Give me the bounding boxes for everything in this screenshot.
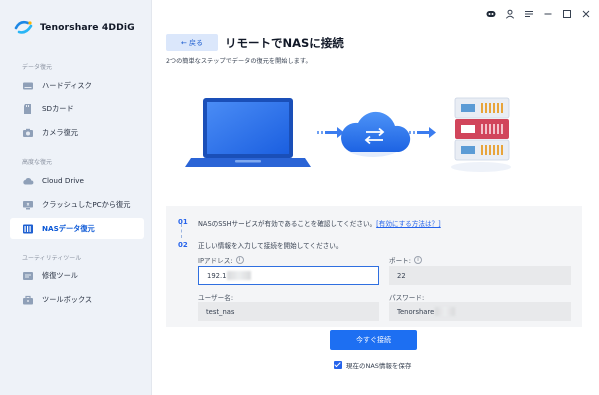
ip-address-value: 192.1 [207, 271, 227, 280]
sidebar-item-repair-tool[interactable]: 修復ツール [10, 265, 144, 286]
repair-icon [22, 270, 34, 282]
password-label-text: パスワード: [389, 294, 425, 302]
port-label: ポート: i [389, 255, 423, 265]
step-1-label: NASのSSHサービスが有効であることを確認してください。 [198, 220, 377, 228]
redacted-blur [227, 271, 252, 280]
port-value: 22 [397, 271, 406, 280]
sidebar-item-camera[interactable]: カメラ復元 [10, 122, 144, 143]
laptop-icon [185, 98, 311, 167]
sidebar-item-cloud-drive[interactable]: Cloud Drive [10, 170, 144, 191]
connect-now-button[interactable]: 今すぐ接続 [330, 330, 417, 350]
arrow-right-icon [409, 127, 436, 138]
section-label-advanced-recovery: 高度な復元 [22, 159, 53, 166]
sidebar-item-label: 修復ツール [42, 270, 78, 280]
sidebar-item-sd-card[interactable]: SDカード [10, 98, 144, 119]
nas-icon [22, 223, 34, 235]
app-name: Tenorshare 4DDiG [40, 21, 135, 33]
step-1-number: 01 [178, 218, 188, 226]
sidebar-item-label: ツールボックス [42, 294, 93, 304]
cloud-sync-icon [341, 111, 411, 157]
account-icon[interactable] [505, 9, 515, 19]
password-field[interactable]: Tenorshare [389, 302, 571, 321]
app-logo-icon [14, 20, 33, 34]
sidebar-item-hard-disk[interactable]: ハードディスク [10, 75, 144, 96]
sidebar-item-crashed-pc[interactable]: クラッシュしたPCから復元 [10, 194, 144, 215]
support-icon[interactable] [486, 9, 496, 19]
sidebar-item-label: ハードディスク [42, 80, 92, 90]
cloud-drive-icon [22, 175, 34, 187]
nas-server-icon [451, 97, 511, 172]
sidebar-item-label: クラッシュしたPCから復元 [42, 199, 131, 209]
username-field[interactable]: test_nas [198, 302, 379, 321]
page-title: リモートでNASに接続 [225, 36, 344, 50]
section-label-data-recovery: データ復元 [22, 64, 53, 71]
username-label: ユーザー名: [198, 292, 233, 302]
sd-card-icon [22, 103, 34, 115]
hard-disk-icon [22, 80, 34, 92]
step-2-number: 02 [178, 241, 188, 249]
save-nas-info-label: 現在のNAS情報を保存 [346, 362, 412, 370]
sidebar-item-label: カメラ復元 [42, 127, 78, 137]
save-nas-info-checkbox[interactable] [334, 361, 342, 369]
menu-icon[interactable] [524, 9, 534, 19]
sidebar-item-label: NASデータ復元 [42, 223, 95, 233]
sidebar-item-toolbox[interactable]: ツールボックス [10, 289, 144, 310]
maximize-icon[interactable] [562, 9, 572, 19]
ip-address-label-text: IPアドレス: [198, 257, 233, 265]
crashed-pc-icon [22, 199, 34, 211]
window-controls [486, 9, 591, 19]
port-label-text: ポート: [389, 257, 412, 265]
enable-ssh-help-link[interactable]: [有効にする方法は？] [376, 220, 441, 228]
camera-icon [22, 127, 34, 139]
redacted-blur [435, 307, 456, 316]
minimize-icon[interactable] [543, 9, 553, 19]
sidebar: Tenorshare 4DDiG データ復元 ハードディスク SDカード カメラ… [0, 0, 152, 395]
ip-address-label: IPアドレス: i [198, 255, 244, 265]
ip-address-field[interactable]: 192.1 [198, 266, 379, 285]
nas-connection-illustration [185, 97, 511, 172]
toolbox-icon [22, 294, 34, 306]
back-button[interactable]: ← 戻る [166, 34, 218, 51]
step-1-text: NASのSSHサービスが有効であることを確認してください。[有効にする方法は？] [198, 218, 441, 228]
main-content: ← 戻る リモートでNASに接続 2つの簡単なステップでデータの復元を開始します… [153, 0, 599, 395]
section-label-utility-tools: ユーティリティツール [22, 255, 82, 262]
sidebar-item-label: SDカード [42, 103, 74, 113]
step-2-text: 正しい情報を入力して接続を開始してください。 [198, 242, 343, 250]
port-field[interactable]: 22 [389, 266, 571, 285]
sidebar-item-label: Cloud Drive [42, 176, 84, 185]
username-value: test_nas [206, 307, 235, 316]
password-label: パスワード: [389, 292, 424, 302]
page-subtitle: 2つの簡単なステップでデータの復元を開始します。 [166, 58, 312, 65]
step-connector [181, 224, 182, 238]
password-value: Tenorshare [397, 307, 435, 316]
sidebar-item-nas[interactable]: NASデータ復元 [10, 218, 144, 239]
username-label-text: ユーザー名: [198, 294, 234, 302]
info-icon[interactable]: i [235, 256, 244, 264]
close-icon[interactable] [581, 9, 591, 19]
brand: Tenorshare 4DDiG [14, 19, 135, 35]
arrow-right-icon [317, 127, 344, 138]
save-nas-info-row: 現在のNAS情報を保存 [334, 360, 411, 370]
info-icon[interactable]: i [414, 256, 423, 264]
